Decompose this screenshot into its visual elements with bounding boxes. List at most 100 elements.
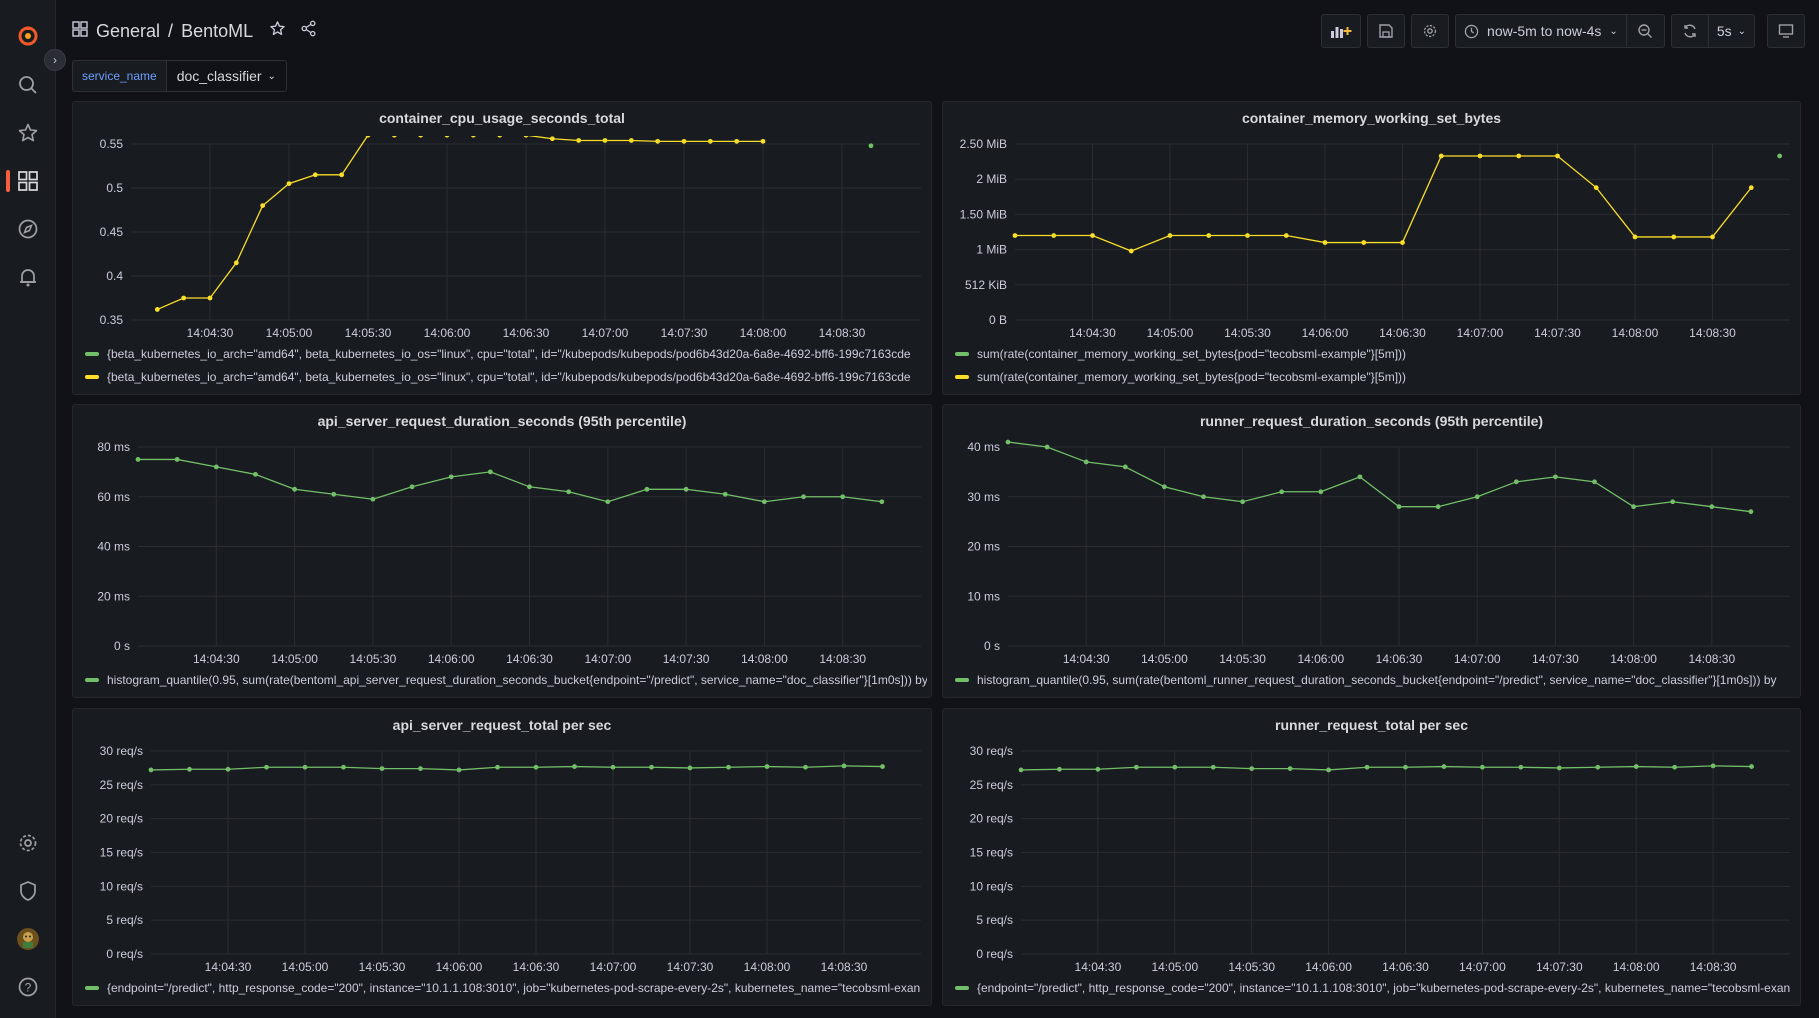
data-point[interactable] [1210, 764, 1216, 770]
chart-area[interactable]: 0.35 0.4 0.45 0.5 0.55 14:04:30 14:05:00 14:05:… [73, 136, 932, 342]
data-point[interactable] [1090, 233, 1095, 238]
series-line[interactable] [1007, 441, 1751, 513]
data-point[interactable] [605, 499, 611, 505]
data-point[interactable] [1018, 767, 1024, 773]
data-point[interactable] [448, 474, 454, 480]
data-point[interactable] [840, 494, 846, 500]
data-point[interactable] [1592, 479, 1597, 485]
grafana-logo-icon[interactable] [14, 22, 42, 50]
series-line[interactable] [157, 136, 763, 311]
chart-area[interactable]: 0 req/s 5 req/s 10 req/s 15 req/s 20 req/s 25… [73, 743, 932, 976]
data-point[interactable] [533, 764, 539, 770]
server-admin-icon[interactable] [14, 877, 42, 905]
data-point[interactable] [207, 295, 213, 301]
data-point[interactable] [1710, 763, 1716, 769]
panel-3[interactable]: api_server_request_duration_seconds (95t… [72, 404, 932, 698]
data-point[interactable] [213, 464, 219, 470]
data-point[interactable] [302, 764, 308, 770]
data-point[interactable] [1245, 233, 1250, 238]
panel-4[interactable]: runner_request_duration_seconds (95th pe… [942, 404, 1801, 698]
data-point[interactable] [1556, 765, 1562, 771]
data-point[interactable] [497, 136, 502, 138]
data-point[interactable] [1361, 240, 1367, 245]
legend-item[interactable]: histogram_quantile(0.95, sum(rate(bentom… [85, 668, 927, 691]
data-point[interactable] [1122, 464, 1128, 470]
data-point[interactable] [628, 138, 634, 143]
series-line[interactable] [1020, 765, 1752, 771]
data-point[interactable] [1555, 153, 1560, 159]
data-point[interactable] [610, 764, 616, 770]
data-point[interactable] [1162, 484, 1167, 490]
panel-title[interactable]: container_cpu_usage_seconds_total [73, 110, 931, 126]
data-point[interactable] [1396, 504, 1402, 510]
data-point[interactable] [495, 764, 500, 770]
data-point[interactable] [1051, 233, 1057, 238]
panel-1[interactable]: container_cpu_usage_seconds_total 0.35 0.4… [72, 101, 932, 395]
search-icon[interactable] [14, 71, 42, 99]
data-point[interactable] [683, 486, 689, 492]
data-point[interactable] [722, 491, 728, 497]
data-point[interactable] [1441, 764, 1447, 769]
variable-select[interactable]: doc_classifier ⌄ [166, 60, 287, 92]
share-icon[interactable] [300, 20, 317, 42]
data-point[interactable] [841, 763, 847, 769]
data-point[interactable] [154, 307, 160, 312]
data-point[interactable] [392, 136, 397, 138]
data-point[interactable] [264, 764, 269, 770]
time-range-picker[interactable]: now-5m to now-4s ⌄ [1455, 14, 1627, 48]
data-point[interactable] [734, 138, 740, 144]
data-point[interactable] [1480, 764, 1485, 770]
dashboards-icon[interactable] [14, 167, 42, 195]
data-point[interactable] [312, 172, 318, 178]
star-dashboard-icon[interactable] [269, 20, 286, 42]
data-point[interactable] [1403, 764, 1408, 770]
data-point[interactable] [1167, 233, 1173, 238]
data-point[interactable] [868, 143, 874, 149]
legend-item[interactable]: histogram_quantile(0.95, sum(rate(bentom… [955, 668, 1796, 691]
data-point[interactable] [148, 767, 154, 773]
series-line[interactable] [150, 765, 883, 771]
zoom-out-button[interactable] [1626, 14, 1665, 48]
data-point[interactable] [1474, 494, 1480, 500]
data-point[interactable] [762, 499, 767, 505]
data-point[interactable] [174, 457, 180, 462]
data-point[interactable] [681, 138, 687, 144]
data-point[interactable] [1438, 153, 1444, 159]
save-dashboard-button[interactable] [1367, 14, 1406, 48]
data-point[interactable] [253, 471, 258, 477]
data-point[interactable] [1671, 234, 1677, 240]
data-point[interactable] [880, 764, 885, 769]
panel-6[interactable]: runner_request_total per sec 0 req/s 5 req… [942, 708, 1801, 1006]
data-point[interactable] [1287, 766, 1293, 771]
data-point[interactable] [225, 766, 231, 772]
data-point[interactable] [1777, 153, 1783, 159]
panel-title[interactable]: container_memory_working_set_bytes [943, 110, 1800, 126]
data-point[interactable] [1518, 764, 1524, 770]
legend-item[interactable]: {endpoint="/predict", http_response_code… [955, 976, 1796, 999]
data-point[interactable] [286, 181, 292, 186]
data-point[interactable] [471, 136, 476, 138]
panel-title[interactable]: api_server_request_total per sec [73, 717, 931, 733]
data-point[interactable] [649, 764, 654, 770]
data-point[interactable] [1005, 439, 1011, 445]
data-point[interactable] [1322, 240, 1328, 245]
panel-title[interactable]: api_server_request_duration_seconds (95t… [73, 413, 931, 429]
data-point[interactable] [341, 764, 346, 770]
help-icon[interactable]: ? [14, 973, 42, 1001]
data-point[interactable] [760, 138, 766, 144]
data-point[interactable] [1012, 233, 1018, 238]
add-panel-button[interactable] [1321, 14, 1362, 48]
data-point[interactable] [523, 136, 529, 138]
chart-area[interactable]: 0 s 20 ms 40 ms 60 ms 80 ms 14:04:30 14:05:00 1… [73, 439, 932, 668]
legend-item[interactable]: {endpoint="/predict", http_response_code… [85, 976, 927, 999]
alerting-icon[interactable] [14, 263, 42, 291]
data-point[interactable] [879, 499, 885, 505]
data-point[interactable] [1240, 499, 1245, 505]
data-point[interactable] [339, 172, 345, 178]
data-point[interactable] [1095, 766, 1101, 772]
data-point[interactable] [187, 766, 192, 772]
data-point[interactable] [687, 765, 693, 771]
data-point[interactable] [331, 491, 337, 497]
data-point[interactable] [1709, 504, 1715, 510]
data-point[interactable] [707, 138, 713, 144]
